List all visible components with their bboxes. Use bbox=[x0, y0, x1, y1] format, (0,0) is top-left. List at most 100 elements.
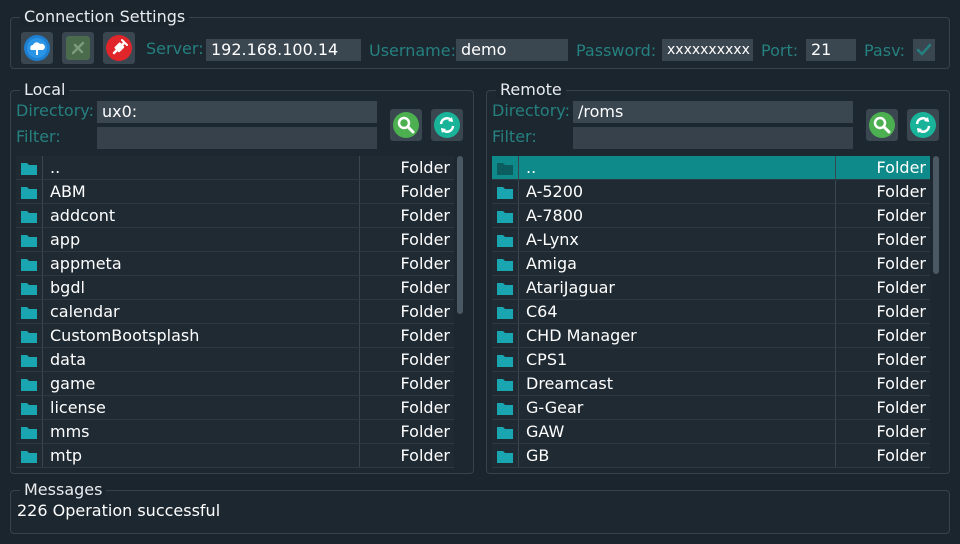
list-item[interactable]: bgdl Folder bbox=[16, 276, 454, 300]
file-name: bgdl bbox=[50, 278, 85, 297]
remote-refresh-button[interactable] bbox=[907, 109, 939, 141]
list-item[interactable]: license Folder bbox=[16, 396, 454, 420]
remote-filter-input[interactable] bbox=[573, 127, 853, 149]
local-scrollbar-thumb[interactable] bbox=[457, 156, 463, 314]
file-type: Folder bbox=[876, 446, 926, 465]
list-item[interactable]: calendar Folder bbox=[16, 300, 454, 324]
local-scrollbar[interactable] bbox=[455, 156, 465, 468]
remote-search-button[interactable] bbox=[866, 109, 898, 141]
list-item[interactable]: CustomBootsplash Folder bbox=[16, 324, 454, 348]
file-type: Folder bbox=[400, 182, 450, 201]
list-item[interactable]: A-7800 Folder bbox=[492, 204, 930, 228]
folder-icon bbox=[497, 283, 513, 295]
disconnect-button[interactable] bbox=[103, 32, 135, 64]
password-input[interactable]: xxxxxxxxxx bbox=[662, 39, 753, 61]
list-item[interactable]: A-5200 Folder bbox=[492, 180, 930, 204]
list-item[interactable]: mms Folder bbox=[16, 420, 454, 444]
plug-off-icon bbox=[106, 35, 132, 61]
column-divider bbox=[518, 276, 519, 299]
local-filter-input[interactable] bbox=[97, 127, 377, 149]
local-file-list[interactable]: .. Folder ABM Folder addcont Folder app Folder a… bbox=[16, 156, 454, 468]
list-item[interactable]: appmeta Folder bbox=[16, 252, 454, 276]
column-divider bbox=[42, 396, 43, 419]
file-name: license bbox=[50, 398, 106, 417]
refresh-icon bbox=[910, 112, 936, 138]
disconnect-button-disabled[interactable] bbox=[62, 32, 94, 64]
list-item[interactable]: C64 Folder bbox=[492, 300, 930, 324]
remote-file-list[interactable]: .. Folder A-5200 Folder A-7800 Folder A-Lynx Fo… bbox=[492, 156, 930, 468]
folder-icon bbox=[497, 451, 513, 463]
list-item[interactable]: data Folder bbox=[16, 348, 454, 372]
list-item[interactable]: CHD Manager Folder bbox=[492, 324, 930, 348]
file-name: GB bbox=[526, 446, 550, 465]
column-divider bbox=[518, 204, 519, 227]
search-icon bbox=[869, 112, 895, 138]
folder-icon bbox=[497, 307, 513, 319]
remote-directory-input[interactable]: /roms bbox=[573, 101, 853, 123]
column-divider bbox=[359, 444, 360, 467]
file-type: Folder bbox=[876, 254, 926, 273]
username-input[interactable]: demo bbox=[456, 39, 568, 61]
list-item[interactable]: AtariJaguar Folder bbox=[492, 276, 930, 300]
list-item[interactable]: GB Folder bbox=[492, 444, 930, 468]
port-input[interactable]: 21 bbox=[806, 39, 856, 61]
column-divider bbox=[359, 156, 360, 179]
file-type: Folder bbox=[876, 374, 926, 393]
list-item[interactable]: game Folder bbox=[16, 372, 454, 396]
column-divider bbox=[42, 228, 43, 251]
server-input[interactable]: 192.168.100.14 bbox=[206, 39, 361, 61]
file-name: mms bbox=[50, 422, 90, 441]
list-item[interactable]: Amiga Folder bbox=[492, 252, 930, 276]
column-divider bbox=[359, 228, 360, 251]
file-type: Folder bbox=[400, 350, 450, 369]
column-divider bbox=[359, 420, 360, 443]
list-item[interactable]: G-Gear Folder bbox=[492, 396, 930, 420]
local-search-button[interactable] bbox=[390, 109, 422, 141]
status-message: 226 Operation successful bbox=[17, 501, 221, 520]
file-type: Folder bbox=[400, 398, 450, 417]
file-type: Folder bbox=[876, 398, 926, 417]
list-item[interactable]: .. Folder bbox=[492, 156, 930, 180]
remote-scrollbar-thumb[interactable] bbox=[933, 156, 939, 274]
folder-icon bbox=[497, 355, 513, 367]
list-item[interactable]: ABM Folder bbox=[16, 180, 454, 204]
file-name: .. bbox=[526, 158, 537, 177]
list-item[interactable]: A-Lynx Folder bbox=[492, 228, 930, 252]
file-type: Folder bbox=[400, 254, 450, 273]
connection-settings-title: Connection Settings bbox=[20, 8, 190, 26]
column-divider bbox=[359, 324, 360, 347]
local-directory-input[interactable]: ux0: bbox=[97, 101, 377, 123]
column-divider bbox=[835, 420, 836, 443]
file-type: Folder bbox=[400, 278, 450, 297]
server-label: Server: bbox=[146, 39, 204, 58]
column-divider bbox=[359, 348, 360, 371]
file-name: AtariJaguar bbox=[526, 278, 615, 297]
folder-icon bbox=[21, 427, 37, 439]
file-type: Folder bbox=[400, 206, 450, 225]
list-item[interactable]: Dreamcast Folder bbox=[492, 372, 930, 396]
list-item[interactable]: .. Folder bbox=[16, 156, 454, 180]
list-item[interactable]: app Folder bbox=[16, 228, 454, 252]
remote-scrollbar[interactable] bbox=[931, 156, 941, 468]
column-divider bbox=[518, 228, 519, 251]
file-type: Folder bbox=[400, 422, 450, 441]
connect-button[interactable] bbox=[21, 32, 53, 64]
list-item[interactable]: GAW Folder bbox=[492, 420, 930, 444]
column-divider bbox=[835, 252, 836, 275]
refresh-icon bbox=[434, 112, 460, 138]
column-divider bbox=[359, 372, 360, 395]
search-icon bbox=[393, 112, 419, 138]
column-divider bbox=[42, 300, 43, 323]
pasv-checkbox[interactable] bbox=[913, 39, 935, 61]
folder-icon bbox=[497, 163, 513, 175]
local-filter-label: Filter: bbox=[16, 127, 61, 146]
list-item[interactable]: mtp Folder bbox=[16, 444, 454, 468]
file-type: Folder bbox=[400, 302, 450, 321]
list-item[interactable]: CPS1 Folder bbox=[492, 348, 930, 372]
column-divider bbox=[42, 444, 43, 467]
column-divider bbox=[835, 276, 836, 299]
list-item[interactable]: addcont Folder bbox=[16, 204, 454, 228]
column-divider bbox=[518, 300, 519, 323]
local-refresh-button[interactable] bbox=[431, 109, 463, 141]
file-name: G-Gear bbox=[526, 398, 584, 417]
